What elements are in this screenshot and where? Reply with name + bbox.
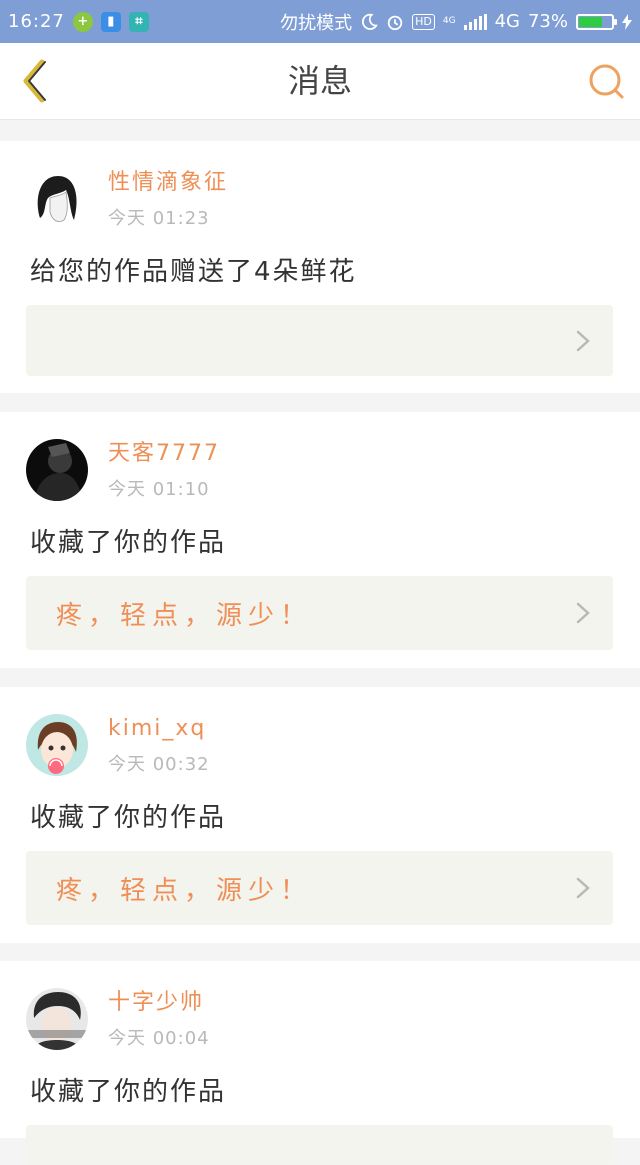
message-text: 收藏了你的作品 (30, 528, 227, 558)
work-link[interactable] (26, 1125, 613, 1165)
chevron-right-icon (576, 330, 590, 351)
avatar[interactable] (26, 988, 88, 1050)
message-card[interactable]: kimi_xq 今天 00:32 收藏了你的作品 疼，轻点，源少！ (0, 687, 640, 943)
status-time: 16:27 (8, 11, 65, 32)
add-app-icon: + (72, 11, 93, 32)
signal-icon (463, 13, 487, 30)
message-card[interactable]: 天客7777 今天 01:10 收藏了你的作品 疼，轻点，源少！ (0, 412, 640, 668)
message-card[interactable]: 十字少帅 今天 00:04 收藏了你的作品 (0, 961, 640, 1165)
work-title: 疼，轻点，源少！ (56, 600, 313, 631)
message-text: 收藏了你的作品 (30, 1077, 227, 1107)
chevron-right-icon (576, 602, 590, 624)
search-icon[interactable] (586, 61, 626, 101)
work-link[interactable]: 疼，轻点，源少！ (26, 576, 613, 650)
do-not-disturb-label: 勿扰模式 (280, 12, 353, 34)
network-label: 4G (494, 11, 520, 32)
hd-icon: HD (412, 13, 435, 30)
avatar[interactable] (26, 439, 88, 501)
header: 消息 (0, 43, 640, 120)
work-link[interactable]: 疼，轻点，源少！ (26, 851, 613, 925)
avatar[interactable] (26, 168, 88, 230)
message-time: 今天 01:10 (108, 479, 210, 500)
username[interactable]: kimi_xq (108, 714, 210, 744)
username[interactable]: 性情滴象征 (108, 168, 228, 198)
scan-app-icon: ⌗ (128, 11, 149, 32)
message-text: 给您的作品赠送了4朵鲜花 (30, 257, 357, 287)
alarm-icon (387, 15, 403, 30)
message-time: 今天 00:04 (108, 1028, 210, 1049)
message-time: 今天 01:23 (108, 208, 210, 229)
chevron-right-icon (576, 877, 590, 899)
message-text: 收藏了你的作品 (30, 803, 227, 833)
work-link[interactable] (26, 305, 613, 376)
work-title: 疼，轻点，源少！ (56, 875, 313, 906)
page-title: 消息 (287, 62, 352, 100)
avatar[interactable] (26, 714, 88, 776)
username[interactable]: 天客7777 (108, 439, 220, 469)
battery-percent: 73% (527, 11, 568, 32)
username[interactable]: 十字少帅 (108, 988, 210, 1018)
status-bar: 16:27 + ▮ ⌗ 勿扰模式 HD 4G 4G 73% (0, 0, 640, 43)
network-small-label: 4G (442, 16, 456, 26)
charging-icon (622, 13, 632, 30)
message-time: 今天 00:32 (108, 754, 210, 775)
battery-app-icon: ▮ (100, 11, 121, 32)
message-card[interactable]: 性情滴象征 今天 01:23 给您的作品赠送了4朵鲜花 (0, 141, 640, 393)
moon-icon (362, 13, 378, 30)
battery-icon (576, 13, 617, 30)
